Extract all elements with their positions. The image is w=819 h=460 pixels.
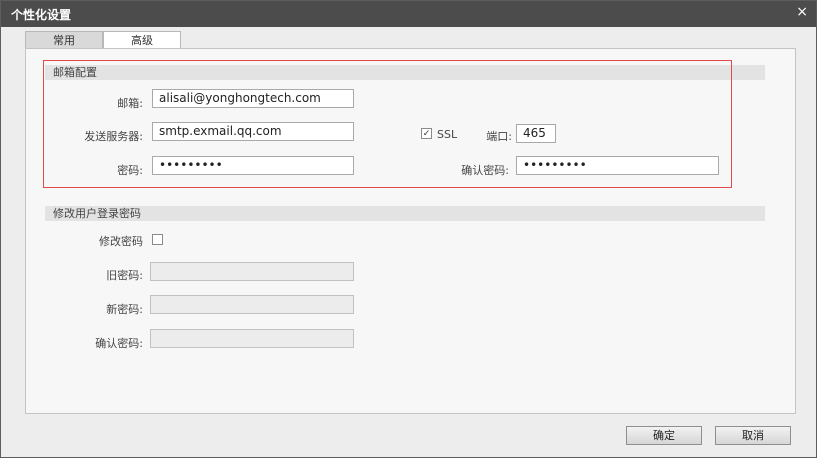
port-label: 端口: xyxy=(486,130,512,143)
dialog-title: 个性化设置 xyxy=(11,8,72,22)
close-icon[interactable]: × xyxy=(796,4,808,20)
new-password-label: 新密码: xyxy=(106,303,143,316)
new-password-field[interactable] xyxy=(150,295,354,314)
confirm-new-password-field[interactable] xyxy=(150,329,354,348)
port-field[interactable]: 465 xyxy=(516,124,556,143)
email-field[interactable]: alisali@yonghongtech.com xyxy=(152,89,354,108)
title-bar: 个性化设置 × xyxy=(1,1,816,27)
change-password-section-header: 修改用户登录密码 xyxy=(45,206,765,221)
old-password-label: 旧密码: xyxy=(106,269,143,282)
email-label: 邮箱: xyxy=(117,97,143,110)
confirm-password-label: 确认密码: xyxy=(461,164,509,177)
change-password-label: 修改密码 xyxy=(99,235,143,248)
cancel-button[interactable]: 取消 xyxy=(715,426,791,445)
change-password-checkbox[interactable] xyxy=(152,234,163,245)
settings-dialog: 个性化设置 × 常用 高级 邮箱配置 邮箱: alisali@yonghongt… xyxy=(0,0,817,458)
ok-button[interactable]: 确定 xyxy=(626,426,702,445)
ssl-checkbox[interactable]: ✓ xyxy=(421,128,432,139)
password-field[interactable]: ••••••••• xyxy=(152,156,354,175)
tab-general[interactable]: 常用 xyxy=(25,31,103,49)
server-label: 发送服务器: xyxy=(84,130,143,143)
password-label: 密码: xyxy=(117,164,143,177)
ssl-label: SSL xyxy=(437,128,458,141)
confirm-new-password-label: 确认密码: xyxy=(95,337,143,350)
confirm-password-field[interactable]: ••••••••• xyxy=(516,156,719,175)
smtp-server-field[interactable]: smtp.exmail.qq.com xyxy=(152,122,354,141)
old-password-field[interactable] xyxy=(150,262,354,281)
